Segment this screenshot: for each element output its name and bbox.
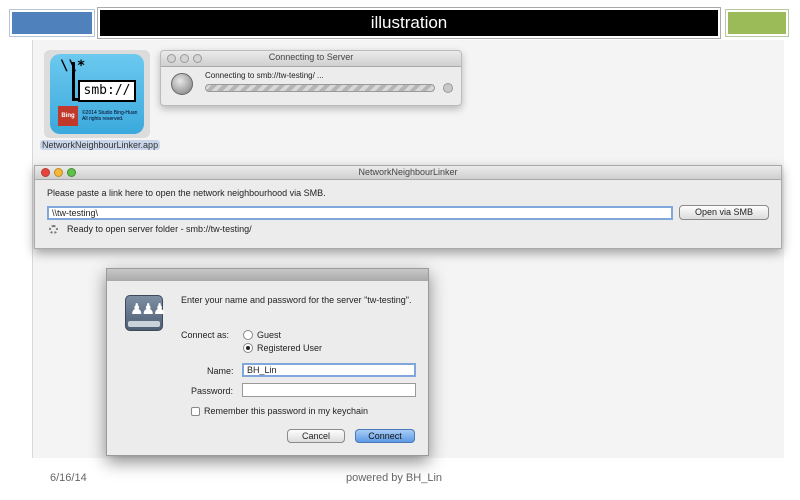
dialog-topbar [107,269,428,281]
remember-password-checkbox[interactable] [191,407,200,416]
password-field[interactable] [242,383,416,397]
remember-password-label[interactable]: Remember this password in my keychain [204,406,368,416]
spinner-icon [49,225,58,234]
header-left-block [10,10,94,36]
icon-backslash-text: \\* [60,58,86,74]
cancel-button[interactable]: Cancel [287,429,345,443]
icon-brand-badge: Bing [58,106,78,126]
icon-smb-text: smb:// [78,80,136,102]
nnl-window: NetworkNeighbourLinker Please paste a li… [34,165,782,249]
guest-label[interactable]: Guest [257,330,281,340]
login-dialog: ♟♟♟ Enter your name and password for the… [106,268,429,456]
app-icon-label[interactable]: NetworkNeighbourLinker.app [40,139,161,151]
smb-link-input[interactable] [47,206,673,220]
registered-user-label[interactable]: Registered User [257,343,322,353]
file-server-icon: ♟♟♟ [125,295,166,331]
footer-date: 6/16/14 [50,472,87,484]
connecting-titlebar: Connecting to Server [161,51,461,67]
name-label: Name: [207,366,234,376]
connect-as-label: Connect as: [181,330,230,340]
open-via-smb-button[interactable]: Open via SMB [679,205,769,220]
smb-app-icon[interactable]: \\* smb:// Bing ©2014 Studio Bing-Huan A… [50,54,144,134]
footer-credit: powered by BH_Lin [346,472,443,484]
connecting-window: Connecting to Server Connecting to smb:/… [160,50,462,106]
app-icon-label-text: NetworkNeighbourLinker.app [40,140,161,150]
server-base [128,321,160,327]
icon-copyright: ©2014 Studio Bing-Huan All rights reserv… [82,110,138,122]
nnl-titlebar: NetworkNeighbourLinker [35,166,781,180]
connecting-title: Connecting to Server [268,52,354,62]
nnl-title: NetworkNeighbourLinker [358,167,458,177]
password-label: Password: [191,386,234,396]
globe-icon [171,73,193,95]
header-right-block [726,10,788,36]
guest-radio[interactable] [243,330,253,340]
nnl-prompt: Please paste a link here to open the net… [47,188,326,198]
connecting-progress-bar [205,84,435,92]
nnl-status: Ready to open server folder - smb://tw-t… [67,224,252,234]
slide-title: illustration [100,10,718,36]
name-field[interactable] [242,363,416,377]
stop-icon[interactable] [443,83,453,93]
connect-button[interactable]: Connect [355,429,415,443]
login-heading: Enter your name and password for the ser… [181,295,412,305]
connecting-message: Connecting to smb://tw-testing/ ... [205,71,324,80]
registered-user-radio[interactable] [243,343,253,353]
users-glyph: ♟♟♟ [130,301,166,318]
